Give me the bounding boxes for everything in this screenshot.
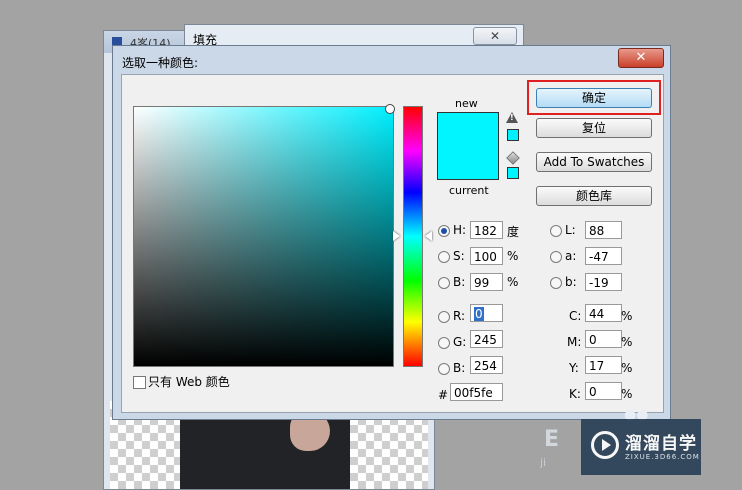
color-picker-dialog: 选取一种颜色: ✕ 只有 Web 颜色 new current 确定 复位 Ad…	[112, 45, 671, 420]
lab-b-label: b:	[565, 275, 577, 289]
web-colors-only-label: 只有 Web 颜色	[148, 375, 230, 389]
radio-r[interactable]	[438, 311, 450, 323]
radio-a[interactable]	[550, 251, 562, 263]
radio-g[interactable]	[438, 337, 450, 349]
y-input[interactable]: 17	[585, 356, 622, 374]
r-input[interactable]: 0	[470, 304, 503, 322]
watermark-brand: 溜溜自学	[625, 434, 697, 454]
hex-input[interactable]: 00f5fe	[450, 383, 503, 401]
dialog-body: 只有 Web 颜色 new current 确定 复位 Add To Swatc…	[121, 74, 664, 413]
radio-h[interactable]	[438, 225, 450, 237]
hue-slider[interactable]	[403, 106, 423, 367]
h-input[interactable]: 182	[470, 221, 503, 239]
l-label: L:	[565, 223, 576, 237]
radio-lab-b[interactable]	[550, 277, 562, 289]
brightness-label: B:	[453, 275, 466, 289]
m-input[interactable]: 0	[585, 330, 622, 348]
gamut-color-swatch[interactable]	[507, 129, 519, 141]
hue-slider-right-arrow-icon[interactable]	[425, 231, 432, 241]
new-color-label: new	[455, 97, 478, 110]
reset-button[interactable]: 复位	[536, 118, 652, 138]
h-unit: 度	[507, 225, 520, 239]
blue-label: B:	[453, 361, 466, 375]
hue-slider-left-arrow-icon[interactable]	[393, 231, 400, 241]
h-label: H:	[453, 223, 467, 237]
s-input[interactable]: 100	[470, 247, 503, 265]
y-unit: %	[621, 361, 633, 375]
s-label: S:	[453, 249, 465, 263]
fill-close-button[interactable]: ✕	[473, 27, 517, 45]
new-current-swatch	[437, 112, 499, 180]
radio-l[interactable]	[550, 225, 562, 237]
brightness-unit: %	[507, 275, 519, 289]
k-input[interactable]: 0	[585, 382, 622, 400]
current-color-label: current	[449, 184, 489, 197]
c-unit: %	[621, 309, 633, 323]
c-input[interactable]: 44	[585, 304, 622, 322]
radio-blue[interactable]	[438, 363, 450, 375]
r-label: R:	[453, 309, 466, 323]
add-to-swatches-button[interactable]: Add To Swatches	[536, 152, 652, 172]
watermark-site: ZIXUE.3D66.COM	[625, 453, 700, 461]
brightness-input[interactable]: 99	[470, 273, 503, 291]
c-label: C:	[569, 309, 582, 323]
play-logo-icon	[591, 431, 619, 459]
color-field-marker[interactable]	[385, 104, 395, 114]
radio-s[interactable]	[438, 251, 450, 263]
y-label: Y:	[569, 361, 579, 375]
watermark-partial-letter: E	[544, 427, 560, 452]
a-label: a:	[565, 249, 577, 263]
hex-label: #	[438, 388, 449, 402]
m-unit: %	[621, 335, 633, 349]
blue-input[interactable]: 254	[470, 356, 503, 374]
lab-b-input[interactable]: -19	[585, 273, 622, 291]
color-libraries-button[interactable]: 颜色库	[536, 186, 652, 206]
color-field[interactable]	[133, 106, 394, 367]
radio-brightness[interactable]	[438, 277, 450, 289]
s-unit: %	[507, 249, 519, 263]
ok-button-highlight	[527, 80, 661, 115]
out-of-gamut-warning-icon[interactable]	[506, 112, 518, 123]
g-input[interactable]: 245	[470, 330, 503, 348]
web-safe-color-swatch[interactable]	[507, 167, 519, 179]
g-label: G:	[453, 335, 467, 349]
watermark-partial-text: ji	[540, 456, 547, 469]
web-colors-only-checkbox[interactable]	[133, 376, 146, 389]
watermark-logo-badge: 溜溜自学 ZIXUE.3D66.COM	[581, 419, 701, 475]
web-safe-cube-icon[interactable]	[506, 151, 520, 165]
close-button[interactable]: ✕	[618, 48, 664, 68]
a-input[interactable]: -47	[585, 247, 622, 265]
r-input-value: 0	[474, 307, 484, 321]
l-input[interactable]: 88	[585, 221, 622, 239]
k-unit: %	[621, 387, 633, 401]
k-label: K:	[569, 387, 581, 401]
dialog-title: 选取一种颜色:	[122, 56, 199, 70]
m-label: M:	[567, 335, 582, 349]
